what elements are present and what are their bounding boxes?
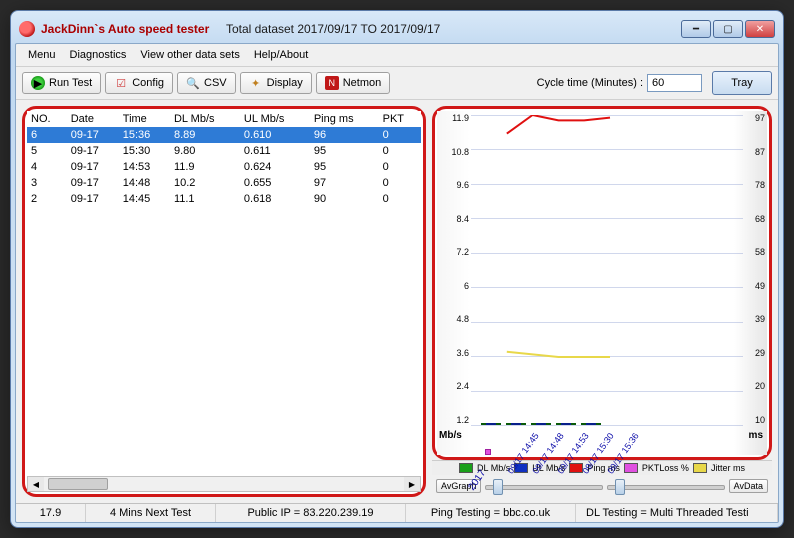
scroll-right-arrow[interactable]: ▶ bbox=[404, 477, 420, 491]
close-button[interactable]: ✕ bbox=[745, 20, 775, 38]
scroll-thumb[interactable] bbox=[48, 478, 108, 490]
cycle-time-input[interactable] bbox=[647, 74, 702, 92]
display-icon: ✦ bbox=[249, 76, 263, 90]
results-table: NO.DateTimeDL Mb/sUL Mb/sPing msPKT 609-… bbox=[27, 111, 421, 207]
checkbox-icon: ☑ bbox=[114, 76, 128, 90]
slider-knob[interactable] bbox=[615, 479, 625, 495]
statusbar: 17.9 4 Mins Next Test Public IP = 83.220… bbox=[16, 503, 778, 522]
column-header[interactable]: PKT bbox=[379, 111, 421, 127]
column-header[interactable]: Date bbox=[67, 111, 119, 127]
column-header[interactable]: DL Mb/s bbox=[170, 111, 240, 127]
scroll-left-arrow[interactable]: ◀ bbox=[28, 477, 44, 491]
slider-track-right[interactable] bbox=[607, 477, 725, 495]
run-test-button[interactable]: ▶ Run Test bbox=[22, 72, 101, 94]
table-row[interactable]: 609-1715:368.890.610960 bbox=[27, 127, 421, 143]
column-header[interactable]: Time bbox=[119, 111, 170, 127]
table-row[interactable]: 409-1714:5311.90.624950 bbox=[27, 159, 421, 175]
app-icon bbox=[19, 21, 35, 37]
yleft-unit: Mb/s bbox=[439, 430, 462, 441]
status-next-test: 4 Mins Next Test bbox=[86, 504, 216, 522]
results-table-panel: NO.DateTimeDL Mb/sUL Mb/sPing msPKT 609-… bbox=[22, 106, 426, 497]
menu-help[interactable]: Help/About bbox=[248, 47, 314, 63]
table-row[interactable]: 209-1714:4511.10.618900 bbox=[27, 191, 421, 207]
chart-area[interactable]: 11.910.89.68.47.264.83.62.41.2 978778685… bbox=[437, 111, 767, 455]
column-header[interactable]: Ping ms bbox=[310, 111, 379, 127]
menu-diagnostics[interactable]: Diagnostics bbox=[64, 47, 133, 63]
status-public-ip: Public IP = 83.220.239.19 bbox=[216, 504, 406, 522]
csv-button[interactable]: 🔍 CSV bbox=[177, 72, 236, 94]
display-button[interactable]: ✦ Display bbox=[240, 72, 312, 94]
netmon-icon: N bbox=[325, 76, 339, 90]
slider-knob[interactable] bbox=[493, 479, 503, 495]
chart-panel: 11.910.89.68.47.264.83.62.41.2 978778685… bbox=[432, 106, 772, 460]
search-icon: 🔍 bbox=[186, 76, 200, 90]
avdata-button[interactable]: AvData bbox=[729, 479, 768, 493]
maximize-button[interactable]: ▢ bbox=[713, 20, 743, 38]
config-button[interactable]: ☑ Config bbox=[105, 72, 173, 94]
app-window: JackDinn`s Auto speed tester Total datas… bbox=[10, 10, 784, 528]
menu-menu[interactable]: Menu bbox=[22, 47, 62, 63]
titlebar-text: JackDinn`s Auto speed tester Total datas… bbox=[41, 22, 440, 36]
menubar: Menu Diagnostics View other data sets He… bbox=[16, 44, 778, 66]
cycle-label: Cycle time (Minutes) : bbox=[537, 77, 643, 89]
tray-button[interactable]: Tray bbox=[712, 71, 772, 95]
y-axis-right: 97877868584939292010 bbox=[743, 111, 765, 425]
column-header[interactable]: NO. bbox=[27, 111, 67, 127]
horizontal-scrollbar[interactable]: ◀ ▶ bbox=[27, 476, 421, 492]
toolbar: ▶ Run Test ☑ Config 🔍 CSV ✦ Display N Ne… bbox=[16, 66, 778, 100]
x-axis-labels: 09/17 14:4509/17 14:4809/17 14:5309/17 1… bbox=[471, 425, 743, 475]
titlebar[interactable]: JackDinn`s Auto speed tester Total datas… bbox=[15, 15, 779, 43]
yright-unit: ms bbox=[749, 430, 763, 441]
menu-view-datasets[interactable]: View other data sets bbox=[134, 47, 245, 63]
column-header[interactable]: UL Mb/s bbox=[240, 111, 310, 127]
slider-track-left[interactable] bbox=[485, 477, 603, 495]
chart-lines bbox=[481, 115, 739, 373]
status-ping-target: Ping Testing = bbc.co.uk bbox=[406, 504, 576, 522]
status-dl-testing: DL Testing = Multi Threaded Testi bbox=[576, 504, 778, 522]
play-icon: ▶ bbox=[31, 76, 45, 90]
table-row[interactable]: 309-1714:4810.20.655970 bbox=[27, 175, 421, 191]
cycle-time-control: Cycle time (Minutes) : bbox=[537, 74, 702, 92]
netmon-button[interactable]: N Netmon bbox=[316, 72, 391, 94]
y-axis-left: 11.910.89.68.47.264.83.62.41.2 bbox=[439, 111, 469, 425]
minimize-button[interactable]: ━ bbox=[681, 20, 711, 38]
status-speed: 17.9 bbox=[16, 504, 86, 522]
table-row[interactable]: 509-1715:309.800.611950 bbox=[27, 143, 421, 159]
